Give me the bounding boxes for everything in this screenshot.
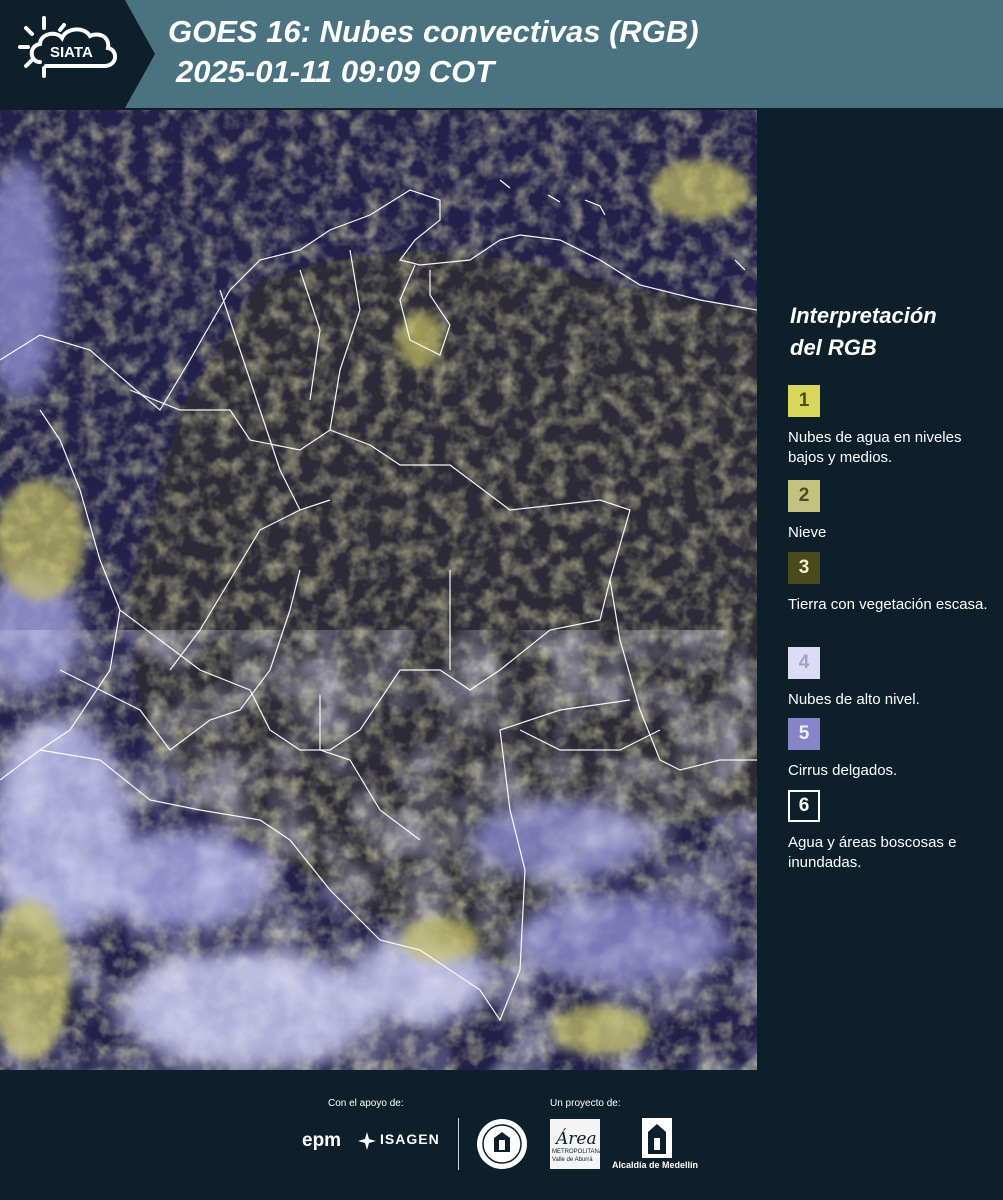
- legend-label-3: Tierra con vegetación escasa.: [788, 596, 988, 613]
- legend-item-4: 4 Nubes de alto nivel.: [788, 647, 988, 710]
- support-label: Con el apoyo de:: [328, 1098, 404, 1109]
- legend-item-2: 2 Nieve: [788, 480, 988, 543]
- area-logo-line3: Valle de Aburrá: [552, 1157, 593, 1163]
- area-logo-title: Área: [556, 1129, 597, 1149]
- legend-label-2: Nieve: [788, 524, 827, 541]
- legend-title: Interpretación del RGB: [790, 300, 937, 364]
- legend-label-5: Cirrus delgados.: [788, 762, 898, 779]
- legend-swatch-6: 6: [788, 790, 820, 822]
- legend-title-line1: Interpretación: [790, 303, 937, 328]
- alcaldia-label: Alcaldía de Medellín: [612, 1160, 699, 1170]
- legend-title-line2: del RGB: [790, 335, 877, 360]
- area-metropolitana-logo: Área METROPOLITANA Valle de Aburrá: [550, 1119, 603, 1169]
- siata-logo: SIATA: [0, 0, 155, 108]
- legend-label-6: Agua y áreas boscosas e inundadas.: [788, 834, 957, 871]
- project-label: Un proyecto de:: [550, 1098, 621, 1109]
- logo-text: SIATA: [50, 44, 93, 61]
- isagen-star-icon: [358, 1132, 376, 1150]
- legend-label-4: Nubes de alto nivel.: [788, 691, 920, 708]
- legend-label-1: Nubes de agua en niveles bajos y medios.: [788, 429, 962, 466]
- footer-divider: [458, 1118, 459, 1170]
- legend-swatch-3: 3: [788, 552, 820, 584]
- legend-item-1: 1 Nubes de agua en niveles bajos y medio…: [788, 385, 988, 468]
- alcaldia-building-icon: [642, 1118, 672, 1158]
- legend-swatch-2: 2: [788, 480, 820, 512]
- legend-item-6: 6 Agua y áreas boscosas e inundadas.: [788, 790, 988, 873]
- legend-swatch-1: 1: [788, 385, 820, 417]
- legend-item-5: 5 Cirrus delgados.: [788, 718, 988, 781]
- legend-swatch-4: 4: [788, 647, 820, 679]
- epm-logo: epm: [302, 1130, 342, 1151]
- isagen-logo: ISAGEN: [380, 1131, 440, 1147]
- header-bar: SIATA GOES 16: Nubes convectivas (RGB) 2…: [0, 0, 1003, 108]
- legend-item-3: 3 Tierra con vegetación escasa.: [788, 552, 988, 615]
- page-timestamp: 2025-01-11 09:09 COT: [176, 54, 495, 89]
- page-title: GOES 16: Nubes convectivas (RGB): [168, 14, 699, 49]
- area-logo-line2: METROPOLITANA: [552, 1149, 603, 1155]
- satellite-map[interactable]: [0, 110, 757, 1070]
- satellite-image: [0, 110, 757, 1070]
- medellin-seal-icon: [477, 1119, 527, 1169]
- legend-swatch-5: 5: [788, 718, 820, 750]
